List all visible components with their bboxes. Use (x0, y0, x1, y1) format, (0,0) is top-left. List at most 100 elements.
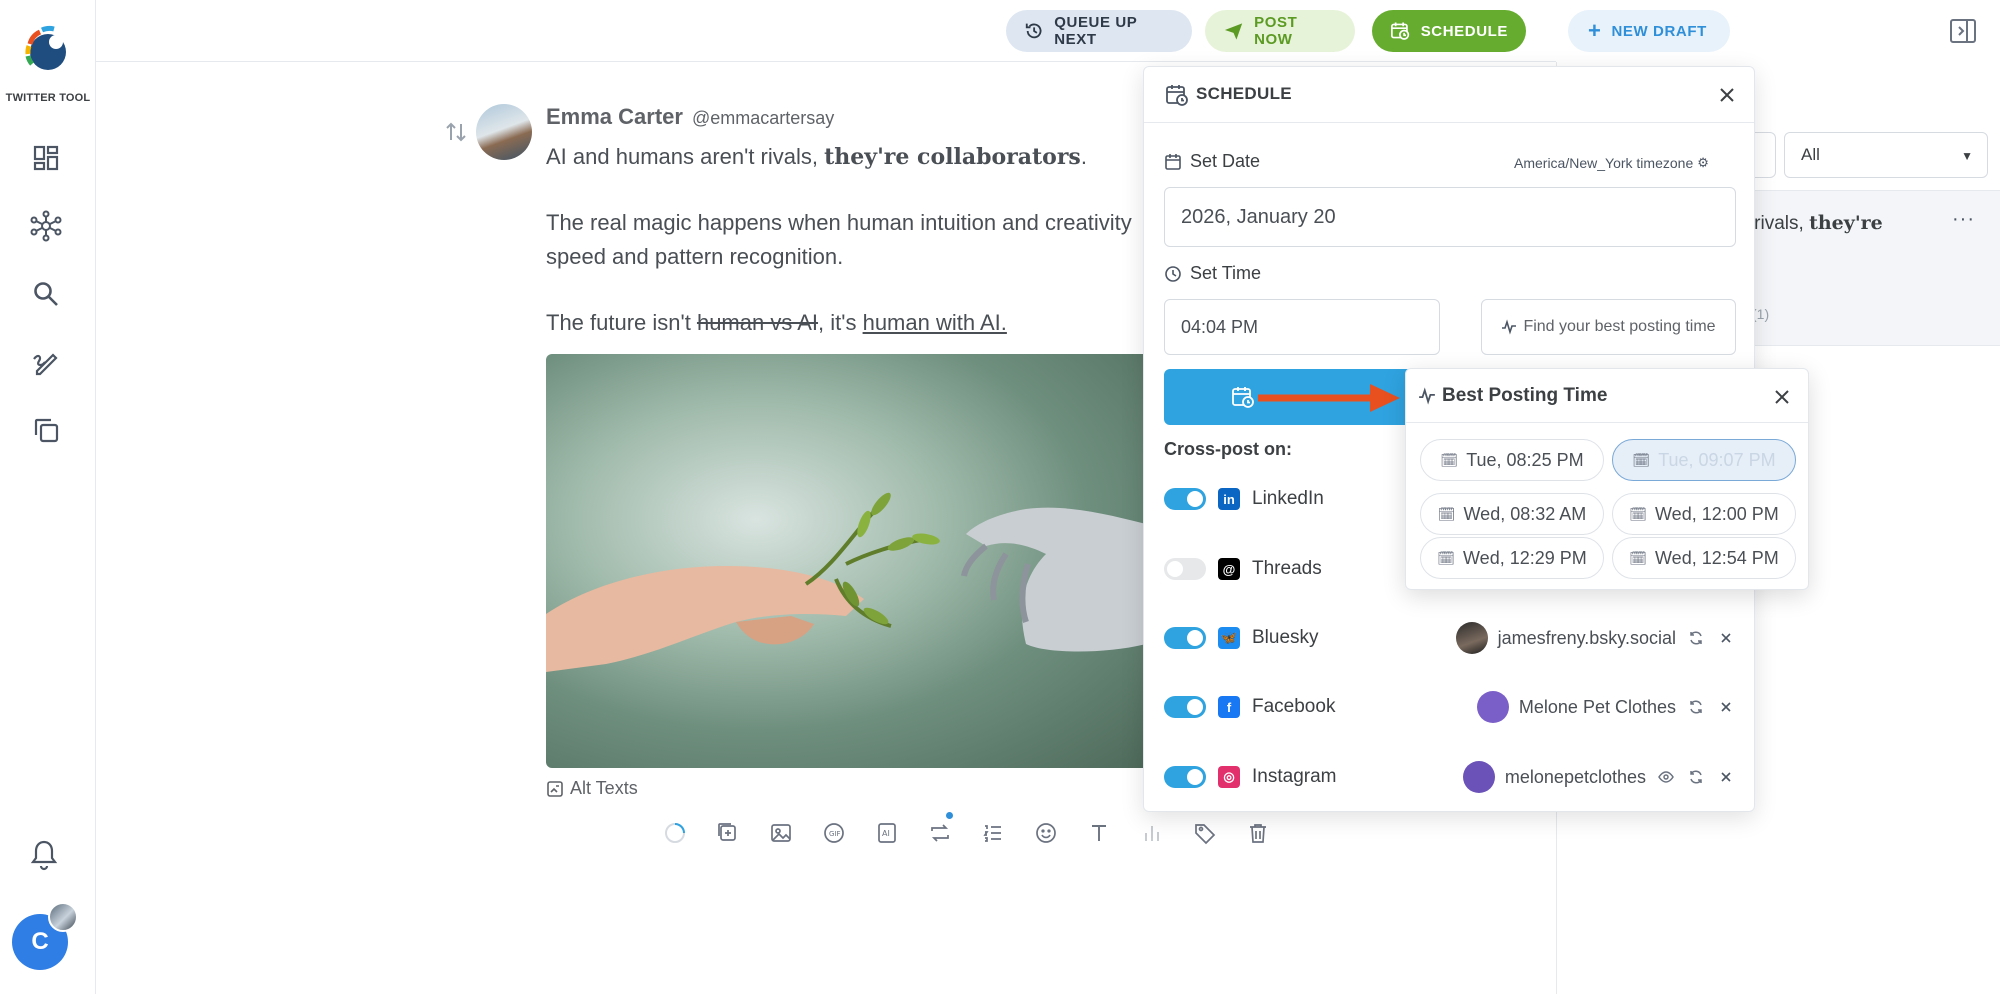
calendar-clock-icon (1232, 387, 1254, 408)
calendar-clock-icon: 🗓 (1437, 505, 1456, 522)
activity-icon (1419, 387, 1435, 405)
threads-toggle[interactable] (1164, 558, 1206, 580)
schedule-label: SCHEDULE (1420, 22, 1508, 40)
repost-icon[interactable] (925, 819, 954, 848)
time-slot-label: Wed, 08:32 AM (1463, 503, 1587, 524)
add-thread-icon[interactable] (713, 819, 742, 848)
set-date-text: Set Date (1190, 151, 1261, 171)
schedule-button[interactable]: SCHEDULE (1372, 10, 1526, 52)
date-input[interactable]: 2026, January 20 (1164, 187, 1736, 247)
post-text-underlined: human with AI. (862, 310, 1007, 335)
instagram-toggle[interactable] (1164, 766, 1206, 788)
alt-texts-button[interactable]: Alt Texts (546, 778, 638, 799)
post-now-button[interactable]: POST NOW (1205, 10, 1355, 52)
best-posting-time-header: Best Posting Time (1406, 369, 1808, 423)
post-line-2[interactable]: The real magic happens when human intuit… (546, 210, 1132, 236)
refresh-icon[interactable] (1686, 697, 1706, 717)
write-icon[interactable] (30, 346, 62, 378)
character-count-ring-icon (660, 819, 689, 848)
annotation-arrow (1258, 384, 1400, 412)
facebook-icon: f (1218, 696, 1240, 718)
refresh-icon[interactable] (1686, 628, 1706, 648)
remove-icon[interactable] (1716, 628, 1736, 648)
notification-bell-icon[interactable] (28, 838, 60, 872)
gif-icon[interactable]: GIF (819, 819, 848, 848)
svg-text:AI: AI (882, 829, 890, 838)
tag-icon[interactable] (1190, 819, 1219, 848)
post-text: The future isn't (546, 310, 697, 335)
queue-clock-icon (1025, 23, 1042, 39)
remove-icon[interactable] (1716, 767, 1736, 787)
facebook-account: Melone Pet Clothes (1476, 691, 1736, 723)
calendar-clock-icon: 🗓 (1437, 549, 1456, 566)
post-text: . (1080, 144, 1087, 169)
search-icon[interactable] (30, 278, 62, 310)
emoji-icon[interactable] (1031, 819, 1060, 848)
set-date-label: Set Date (1164, 151, 1260, 172)
dashboard-icon[interactable] (30, 142, 62, 174)
left-sidebar: TWITTER TOOL C (0, 0, 96, 994)
numbered-list-icon[interactable] (978, 819, 1007, 848)
find-best-time-button[interactable]: Find your best posting time (1481, 299, 1736, 355)
facebook-label: Facebook (1252, 696, 1336, 717)
editor-toolbar: GIF AI (660, 818, 1272, 848)
dropdown-arrow-icon: ▼ (1961, 149, 1973, 163)
remove-icon[interactable] (1716, 697, 1736, 717)
trash-icon[interactable] (1243, 819, 1272, 848)
linkedin-toggle[interactable] (1164, 488, 1206, 510)
time-input[interactable]: 04:04 PM (1164, 299, 1440, 355)
bluesky-toggle[interactable] (1164, 627, 1206, 649)
post-line-3[interactable]: speed and pattern recognition. (546, 244, 843, 270)
account-avatar (1476, 691, 1509, 723)
time-slot-label: Wed, 12:00 PM (1655, 503, 1779, 524)
post-text: AI and humans aren't rivals, (546, 144, 825, 169)
copy-icon[interactable] (30, 414, 62, 446)
linkedin-label: LinkedIn (1252, 488, 1324, 509)
post-text: , it's (818, 310, 863, 335)
ai-icon[interactable]: AI (872, 819, 901, 848)
close-icon[interactable] (1772, 387, 1792, 407)
alt-text-icon (547, 780, 563, 797)
post-line-1[interactable]: AI and humans aren't rivals, they're col… (546, 144, 1087, 170)
new-draft-button[interactable]: + NEW DRAFT (1568, 10, 1730, 52)
image-icon[interactable] (766, 819, 795, 848)
network-icon[interactable] (30, 210, 62, 242)
poll-icon[interactable] (1137, 819, 1166, 848)
time-slot-label: Wed, 12:29 PM (1463, 547, 1587, 568)
timezone-setting[interactable]: America/New_York timezone ⚙ (1514, 155, 1709, 171)
more-options-icon[interactable]: ··· (1952, 208, 1975, 231)
bluesky-label: Bluesky (1252, 627, 1319, 648)
reorder-icon[interactable] (444, 120, 468, 144)
time-slot[interactable]: 🗓 Wed, 08:32 AM (1420, 493, 1604, 535)
time-slot-selected[interactable]: 🗓 Tue, 09:07 PM (1612, 439, 1796, 481)
refresh-icon[interactable] (1686, 767, 1706, 787)
text-format-icon[interactable] (1084, 819, 1113, 848)
time-slot[interactable]: 🗓 Tue, 08:25 PM (1420, 439, 1604, 481)
author-handle: @emmacartersay (692, 108, 835, 128)
facebook-toggle[interactable] (1164, 696, 1206, 718)
time-slot[interactable]: 🗓 Wed, 12:54 PM (1612, 537, 1796, 579)
queue-up-next-button[interactable]: QUEUE UP NEXT (1006, 10, 1192, 52)
crosspost-row-instagram: ◎ Instagram melonepetclothes (1164, 757, 1736, 797)
panel-toggle-icon[interactable] (1948, 16, 1978, 46)
clock-icon (1165, 265, 1181, 282)
eye-icon[interactable] (1656, 767, 1676, 787)
threads-icon: @ (1218, 558, 1240, 580)
send-icon (1224, 23, 1243, 40)
user-initial: C (31, 928, 49, 955)
best-posting-time-title-text: Best Posting Time (1442, 385, 1608, 406)
close-icon[interactable] (1717, 85, 1737, 105)
post-image[interactable] (546, 354, 1146, 768)
crosspost-label: Cross-post on: (1164, 439, 1292, 459)
drafts-filter-select[interactable]: All ▼ (1784, 132, 1988, 178)
author-name: Emma Carter (546, 104, 683, 129)
logo-text: TWITTER TOOL (5, 92, 91, 104)
crosspost-row-bluesky: 🦋 Bluesky jamesfreny.bsky.social (1164, 618, 1736, 658)
time-slot[interactable]: 🗓 Wed, 12:00 PM (1612, 493, 1796, 535)
facebook-account-name: Melone Pet Clothes (1518, 696, 1676, 717)
post-line-4[interactable]: The future isn't human vs AI, it's human… (546, 310, 1007, 336)
time-slot[interactable]: 🗓 Wed, 12:29 PM (1420, 537, 1604, 579)
account-mini-avatar[interactable] (48, 902, 78, 932)
find-best-time-label: Find your best posting time (1523, 318, 1716, 335)
app-logo[interactable] (20, 24, 72, 76)
